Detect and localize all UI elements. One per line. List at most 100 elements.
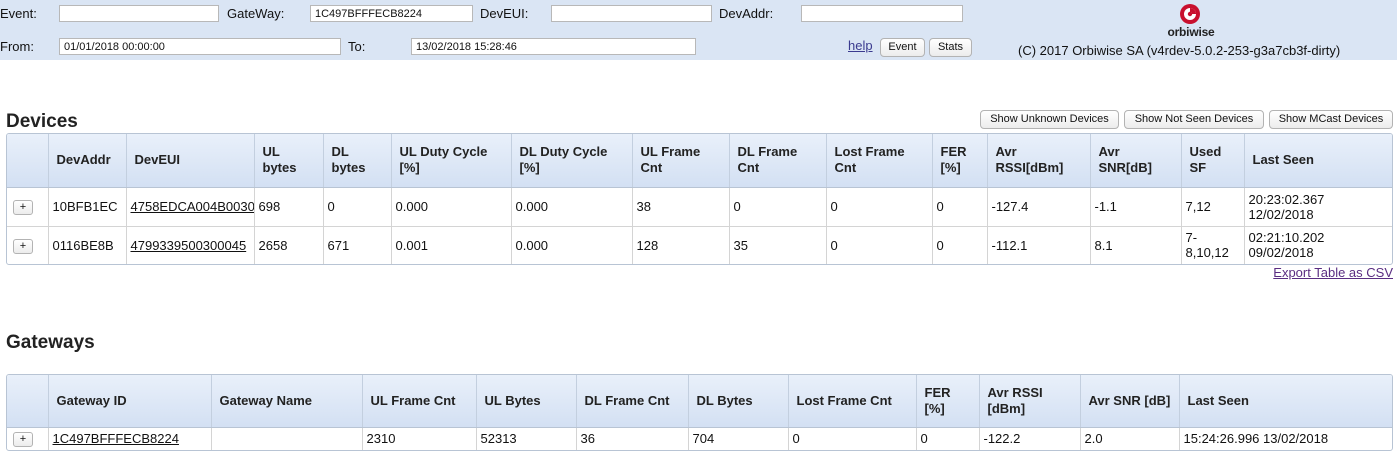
cell-lost-frames: 0 bbox=[788, 427, 917, 450]
cell-rssi: -112.1 bbox=[987, 226, 1091, 264]
stats-button[interactable]: Stats bbox=[929, 38, 972, 57]
col-last-seen[interactable]: Last Seen bbox=[1244, 134, 1392, 188]
col-avr-snr[interactable]: Avr SNR [dB] bbox=[1080, 375, 1180, 428]
cell-last-seen: 02:21:10.202 09/02/2018 bbox=[1248, 230, 1325, 261]
col-avr-rssi[interactable]: Avr RSSI[dBm] bbox=[987, 134, 1091, 188]
col-ul-frame-cnt[interactable]: UL Frame Cnt bbox=[362, 375, 477, 428]
cell-dl-bytes: 0 bbox=[323, 187, 392, 227]
event-input[interactable] bbox=[59, 5, 219, 22]
to-label: To: bbox=[348, 39, 366, 54]
cell-ul-bytes: 698 bbox=[254, 187, 324, 227]
show-not-seen-devices-button[interactable]: Show Not Seen Devices bbox=[1124, 110, 1264, 129]
gateway-id-link[interactable]: 1C497BFFFECB8224 bbox=[53, 431, 179, 446]
table-row[interactable]: + 1C497BFFFECB8224 2310 52313 36 704 0 0… bbox=[7, 427, 1392, 450]
cell-snr: 2.0 bbox=[1080, 427, 1180, 450]
table-row[interactable]: + 10BFB1EC 4758EDCA004B0030 698 0 0.000 … bbox=[7, 187, 1392, 227]
cell-ul-bytes: 2658 bbox=[254, 226, 324, 264]
devices-table: DevAddr DevEUI UL bytes DL bytes UL Duty… bbox=[6, 133, 1393, 265]
deveui-input[interactable] bbox=[551, 5, 712, 22]
cell-fer: 0 bbox=[916, 427, 980, 450]
gateway-label: GateWay: bbox=[227, 6, 285, 21]
cell-dl-frames: 36 bbox=[576, 427, 689, 450]
expand-column-header bbox=[7, 375, 49, 428]
cell-used-sf: 7,12 bbox=[1181, 187, 1245, 227]
table-row[interactable]: + 0116BE8B 4799339500300045 2658 671 0.0… bbox=[7, 226, 1392, 264]
help-link[interactable]: help bbox=[848, 38, 873, 53]
cell-used-sf: 7-8,10,12 bbox=[1181, 226, 1245, 264]
cell-dl-bytes: 704 bbox=[688, 427, 789, 450]
col-ul-duty-cycle[interactable]: UL Duty Cycle [%] bbox=[391, 134, 512, 188]
cell-rssi: -127.4 bbox=[987, 187, 1091, 227]
from-label: From: bbox=[0, 39, 34, 54]
cell-ul-bytes: 52313 bbox=[476, 427, 577, 450]
col-dl-bytes[interactable]: DL bytes bbox=[323, 134, 392, 188]
deveui-link[interactable]: 4799339500300045 bbox=[131, 238, 247, 253]
col-gateway-name[interactable]: Gateway Name bbox=[211, 375, 363, 428]
cell-lost-frames: 0 bbox=[826, 226, 933, 264]
col-dl-frame-cnt[interactable]: DL Frame Cnt bbox=[729, 134, 827, 188]
cell-fer: 0 bbox=[932, 187, 988, 227]
expand-row-button[interactable]: + bbox=[13, 200, 33, 215]
cell-dl-duty: 0.000 bbox=[511, 187, 633, 227]
col-lost-frame-cnt[interactable]: Lost Frame Cnt bbox=[788, 375, 917, 428]
gateways-header-row: Gateway ID Gateway Name UL Frame Cnt UL … bbox=[7, 375, 1392, 428]
cell-snr: 8.1 bbox=[1090, 226, 1182, 264]
cell-fer: 0 bbox=[932, 226, 988, 264]
col-dl-duty-cycle[interactable]: DL Duty Cycle [%] bbox=[511, 134, 633, 188]
col-fer[interactable]: FER [%] bbox=[932, 134, 988, 188]
col-ul-bytes[interactable]: UL bytes bbox=[254, 134, 324, 188]
orbiwise-logo-icon bbox=[1180, 4, 1200, 24]
cell-dl-duty: 0.000 bbox=[511, 226, 633, 264]
devaddr-input[interactable] bbox=[801, 5, 963, 22]
cell-ul-frames: 38 bbox=[632, 187, 730, 227]
col-fer[interactable]: FER [%] bbox=[916, 375, 980, 428]
devaddr-label: DevAddr: bbox=[719, 6, 774, 21]
to-date-input[interactable] bbox=[411, 38, 696, 55]
col-used-sf[interactable]: Used SF bbox=[1181, 134, 1245, 188]
cell-devaddr: 0116BE8B bbox=[48, 226, 127, 264]
col-last-seen[interactable]: Last Seen bbox=[1179, 375, 1392, 428]
gateways-title: Gateways bbox=[6, 332, 95, 353]
devices-title: Devices bbox=[6, 111, 78, 132]
col-deveui[interactable]: DevEUI bbox=[126, 134, 255, 188]
export-csv-link[interactable]: Export Table as CSV bbox=[1273, 265, 1393, 280]
expand-row-button[interactable]: + bbox=[13, 238, 33, 254]
expand-row-button[interactable]: + bbox=[13, 432, 33, 448]
col-dl-frame-cnt[interactable]: DL Frame Cnt bbox=[576, 375, 689, 428]
col-devaddr[interactable]: DevAddr bbox=[48, 134, 127, 188]
event-label: Event: bbox=[0, 6, 37, 21]
cell-dl-frames: 0 bbox=[729, 187, 827, 227]
expand-column-header bbox=[7, 134, 49, 188]
filter-bar: Event: GateWay: DevEUI: DevAddr: From: T… bbox=[0, 0, 1397, 60]
col-ul-frame-cnt[interactable]: UL Frame Cnt bbox=[632, 134, 730, 188]
cell-rssi: -122.2 bbox=[979, 427, 1081, 450]
cell-gateway-name bbox=[211, 427, 363, 450]
cell-lost-frames: 0 bbox=[826, 187, 933, 227]
col-lost-frame-cnt[interactable]: Lost Frame Cnt bbox=[826, 134, 933, 188]
cell-devaddr: 10BFB1EC bbox=[48, 187, 127, 227]
col-dl-bytes[interactable]: DL Bytes bbox=[688, 375, 789, 428]
col-avr-snr[interactable]: Avr SNR[dB] bbox=[1090, 134, 1182, 188]
devices-header-row: DevAddr DevEUI UL bytes DL bytes UL Duty… bbox=[7, 134, 1392, 188]
gateway-input[interactable] bbox=[310, 5, 473, 22]
event-button[interactable]: Event bbox=[880, 38, 925, 57]
deveui-link[interactable]: 4758EDCA004B0030 bbox=[131, 199, 254, 214]
cell-last-seen: 15:24:26.996 13/02/2018 bbox=[1183, 431, 1329, 447]
cell-ul-frames: 128 bbox=[632, 226, 730, 264]
from-date-input[interactable] bbox=[59, 38, 341, 55]
cell-dl-frames: 35 bbox=[729, 226, 827, 264]
cell-snr: -1.1 bbox=[1090, 187, 1182, 227]
cell-last-seen: 20:23:02.367 12/02/2018 bbox=[1244, 187, 1392, 227]
gateways-table: Gateway ID Gateway Name UL Frame Cnt UL … bbox=[6, 374, 1393, 451]
copyright-text: (C) 2017 Orbiwise SA (v4rdev-5.0.2-253-g… bbox=[1018, 43, 1341, 58]
col-gateway-id[interactable]: Gateway ID bbox=[48, 375, 212, 428]
deveui-label: DevEUI: bbox=[480, 6, 529, 21]
cell-ul-duty: 0.001 bbox=[391, 226, 512, 264]
brand-name: orbiwise bbox=[1167, 25, 1215, 39]
cell-ul-duty: 0.000 bbox=[391, 187, 512, 227]
cell-ul-frames: 2310 bbox=[362, 427, 477, 450]
show-mcast-devices-button[interactable]: Show MCast Devices bbox=[1269, 110, 1393, 129]
show-unknown-devices-button[interactable]: Show Unknown Devices bbox=[980, 110, 1119, 129]
col-ul-bytes[interactable]: UL Bytes bbox=[476, 375, 577, 428]
col-avr-rssi[interactable]: Avr RSSI [dBm] bbox=[979, 375, 1081, 428]
